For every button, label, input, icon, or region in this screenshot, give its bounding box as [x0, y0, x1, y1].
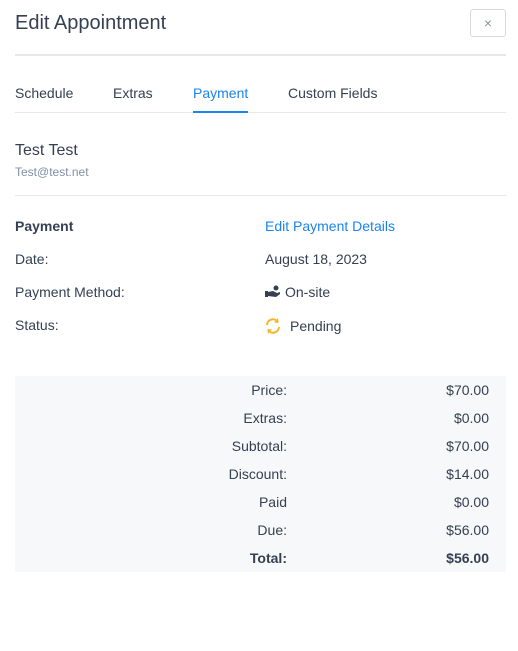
sync-icon — [266, 318, 280, 334]
payment-method-value: On-site — [265, 284, 330, 300]
summary-value: $0.00 — [453, 410, 489, 426]
tab-payment[interactable]: Payment — [193, 85, 249, 113]
tab-custom-fields[interactable]: Custom Fields — [288, 85, 377, 111]
edit-payment-details-link[interactable]: Edit Payment Details — [265, 218, 395, 234]
summary-value: $70.00 — [446, 382, 489, 398]
summary-total-label: Total: — [249, 550, 287, 566]
summary-total-row: Total: $56.00 — [15, 550, 506, 570]
customer-name: Test Test — [15, 142, 78, 159]
summary-label: Discount: — [228, 466, 287, 482]
status-label: Status: — [15, 317, 59, 333]
summary-total-value: $56.00 — [446, 550, 489, 566]
payment-method-text: On-site — [285, 284, 331, 300]
payment-status-row: Status: Pending — [15, 317, 506, 337]
summary-row: Extras: $0.00 — [15, 410, 506, 430]
payment-heading-row: Payment Edit Payment Details — [15, 218, 506, 238]
summary-value: $56.00 — [446, 522, 489, 538]
hand-money-icon — [265, 285, 280, 297]
close-icon: × — [483, 15, 493, 31]
summary-row: Paid $0.00 — [15, 494, 506, 514]
payment-heading: Payment — [15, 218, 74, 234]
payment-method-label: Payment Method: — [15, 284, 125, 300]
close-button[interactable]: × — [470, 9, 506, 37]
status-value: Pending — [265, 317, 341, 335]
customer-email: Test@test.net — [15, 165, 89, 179]
summary-row: Price: $70.00 — [15, 382, 506, 402]
tab-extras[interactable]: Extras — [113, 85, 153, 111]
tab-bar: Schedule Extras Payment Custom Fields — [15, 72, 506, 113]
payment-summary: Price: $70.00 Extras: $0.00 Subtotal: $7… — [15, 376, 506, 572]
summary-label: Due: — [257, 522, 287, 538]
customer-info: Test Test Test@test.net — [15, 131, 506, 196]
summary-value: $70.00 — [446, 438, 489, 454]
summary-value: $0.00 — [453, 494, 489, 510]
summary-label: Paid — [258, 494, 287, 510]
payment-method-row: Payment Method: On-site — [15, 284, 506, 304]
date-value: August 18, 2023 — [265, 251, 367, 267]
status-text: Pending — [290, 318, 342, 334]
summary-label: Subtotal: — [231, 438, 287, 454]
summary-label: Price: — [251, 382, 287, 398]
payment-date-row: Date: August 18, 2023 — [15, 251, 506, 271]
summary-row: Discount: $14.00 — [15, 466, 506, 486]
date-label: Date: — [15, 251, 49, 267]
summary-row: Subtotal: $70.00 — [15, 438, 506, 458]
modal-header: Edit Appointment × — [15, 0, 506, 56]
modal-title: Edit Appointment — [15, 12, 167, 34]
tab-schedule[interactable]: Schedule — [15, 85, 73, 111]
summary-label: Extras: — [243, 410, 287, 426]
summary-row: Due: $56.00 — [15, 522, 506, 542]
summary-value: $14.00 — [446, 466, 489, 482]
